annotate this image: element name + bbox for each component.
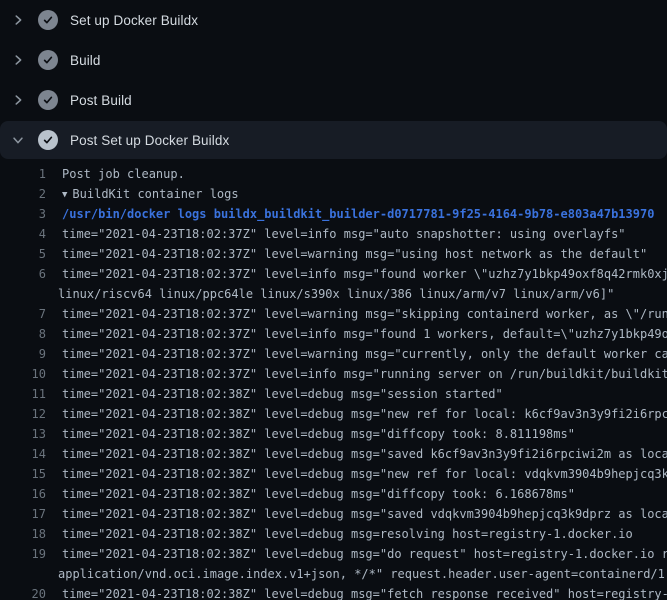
line-text: time="2021-04-23T18:02:38Z" level=debug … xyxy=(62,544,667,564)
line-text: Post job cleanup. xyxy=(62,164,185,184)
line-number[interactable]: 16 xyxy=(0,484,46,504)
line-text: time="2021-04-23T18:02:38Z" level=debug … xyxy=(62,484,575,504)
line-text: ▼ BuildKit container logs xyxy=(62,184,239,204)
chevron-down-icon xyxy=(10,132,26,148)
step-row[interactable]: Build xyxy=(0,40,667,80)
chevron-right-icon xyxy=(10,92,26,108)
line-number xyxy=(0,284,46,304)
log-line: 18 time="2021-04-23T18:02:38Z" level=deb… xyxy=(0,524,667,544)
line-number[interactable]: 14 xyxy=(0,444,46,464)
log-line: application/vnd.oci.image.index.v1+json,… xyxy=(0,564,667,584)
step-title: Post Set up Docker Buildx xyxy=(70,133,229,148)
log-line: 14 time="2021-04-23T18:02:38Z" level=deb… xyxy=(0,444,667,464)
line-number[interactable]: 1 xyxy=(0,164,46,184)
line-text: time="2021-04-23T18:02:38Z" level=debug … xyxy=(62,404,667,424)
log-line: 17 time="2021-04-23T18:02:38Z" level=deb… xyxy=(0,504,667,524)
line-number[interactable]: 3 xyxy=(0,204,46,224)
log-line: 13 time="2021-04-23T18:02:38Z" level=deb… xyxy=(0,424,667,444)
line-number[interactable]: 17 xyxy=(0,504,46,524)
line-number[interactable]: 13 xyxy=(0,424,46,444)
line-text: time="2021-04-23T18:02:37Z" level=info m… xyxy=(62,364,667,384)
log-line: 12 time="2021-04-23T18:02:38Z" level=deb… xyxy=(0,404,667,424)
log-line: 7 time="2021-04-23T18:02:37Z" level=warn… xyxy=(0,304,667,324)
step-row[interactable]: Post Set up Docker Buildx xyxy=(0,121,667,159)
line-number[interactable]: 2 xyxy=(0,184,46,204)
line-text: linux/riscv64 linux/ppc64le linux/s390x … xyxy=(58,284,614,304)
line-text: time="2021-04-23T18:02:37Z" level=warnin… xyxy=(62,344,667,364)
line-text: application/vnd.oci.image.index.v1+json,… xyxy=(58,564,667,584)
line-number[interactable]: 11 xyxy=(0,384,46,404)
check-circle-icon xyxy=(38,50,58,70)
log-line: 16 time="2021-04-23T18:02:38Z" level=deb… xyxy=(0,484,667,504)
log-line: 6 time="2021-04-23T18:02:37Z" level=info… xyxy=(0,264,667,284)
chevron-right-icon xyxy=(10,12,26,28)
step-title: Set up Docker Buildx xyxy=(70,13,198,28)
line-number[interactable]: 10 xyxy=(0,364,46,384)
line-text: time="2021-04-23T18:02:38Z" level=debug … xyxy=(62,524,633,544)
log-line: 4 time="2021-04-23T18:02:37Z" level=info… xyxy=(0,224,667,244)
line-number[interactable]: 7 xyxy=(0,304,46,324)
line-text: time="2021-04-23T18:02:37Z" level=info m… xyxy=(62,264,667,284)
line-text: time="2021-04-23T18:02:38Z" level=debug … xyxy=(62,504,667,524)
log-line: 8 time="2021-04-23T18:02:37Z" level=info… xyxy=(0,324,667,344)
line-text: time="2021-04-23T18:02:38Z" level=debug … xyxy=(62,444,667,464)
line-number[interactable]: 4 xyxy=(0,224,46,244)
line-number[interactable]: 5 xyxy=(0,244,46,264)
log-line: 15 time="2021-04-23T18:02:38Z" level=deb… xyxy=(0,464,667,484)
log-area: 1 Post job cleanup. 2 ▼ BuildKit containe… xyxy=(0,160,667,600)
line-text: time="2021-04-23T18:02:38Z" level=debug … xyxy=(62,464,667,484)
log-line: 9 time="2021-04-23T18:02:37Z" level=warn… xyxy=(0,344,667,364)
command-line-text: /usr/bin/docker logs buildx_buildkit_bui… xyxy=(62,204,654,224)
log-line: 1 Post job cleanup. xyxy=(0,164,667,184)
line-text: time="2021-04-23T18:02:38Z" level=debug … xyxy=(62,424,575,444)
line-text: time="2021-04-23T18:02:37Z" level=info m… xyxy=(62,224,626,244)
log-line: 11 time="2021-04-23T18:02:38Z" level=deb… xyxy=(0,384,667,404)
log-line: linux/riscv64 linux/ppc64le linux/s390x … xyxy=(0,284,667,304)
line-text: time="2021-04-23T18:02:37Z" level=info m… xyxy=(62,324,667,344)
chevron-right-icon xyxy=(10,52,26,68)
log-line: 3 /usr/bin/docker logs buildx_buildkit_b… xyxy=(0,204,667,224)
line-number[interactable]: 15 xyxy=(0,464,46,484)
line-text: time="2021-04-23T18:02:38Z" level=debug … xyxy=(62,584,667,600)
log-line: 2 ▼ BuildKit container logs xyxy=(0,184,667,204)
log-line: 10 time="2021-04-23T18:02:37Z" level=inf… xyxy=(0,364,667,384)
line-number[interactable]: 8 xyxy=(0,324,46,344)
line-number[interactable]: 20 xyxy=(0,584,46,600)
log-line: 19 time="2021-04-23T18:02:38Z" level=deb… xyxy=(0,544,667,564)
line-number xyxy=(0,564,46,584)
check-circle-icon xyxy=(38,90,58,110)
line-number[interactable]: 18 xyxy=(0,524,46,544)
check-circle-icon xyxy=(38,10,58,30)
step-title: Post Build xyxy=(70,93,132,108)
actions-log-viewer: Set up Docker Buildx Build Post Build Po… xyxy=(0,0,667,600)
steps-list: Set up Docker Buildx Build Post Build Po… xyxy=(0,0,667,159)
step-row[interactable]: Post Build xyxy=(0,80,667,120)
step-title: Build xyxy=(70,53,101,68)
log-line: 20 time="2021-04-23T18:02:38Z" level=deb… xyxy=(0,584,667,600)
log-line: 5 time="2021-04-23T18:02:37Z" level=warn… xyxy=(0,244,667,264)
step-row[interactable]: Set up Docker Buildx xyxy=(0,0,667,40)
line-text: time="2021-04-23T18:02:37Z" level=warnin… xyxy=(62,244,647,264)
line-number[interactable]: 9 xyxy=(0,344,46,364)
line-number[interactable]: 6 xyxy=(0,264,46,284)
group-collapse-triangle-icon[interactable]: ▼ xyxy=(62,185,67,204)
check-circle-icon xyxy=(38,130,58,150)
group-label[interactable]: BuildKit container logs xyxy=(72,187,238,201)
line-text: time="2021-04-23T18:02:37Z" level=warnin… xyxy=(62,304,667,324)
line-number[interactable]: 19 xyxy=(0,544,46,564)
line-text: time="2021-04-23T18:02:38Z" level=debug … xyxy=(62,384,503,404)
line-number[interactable]: 12 xyxy=(0,404,46,424)
